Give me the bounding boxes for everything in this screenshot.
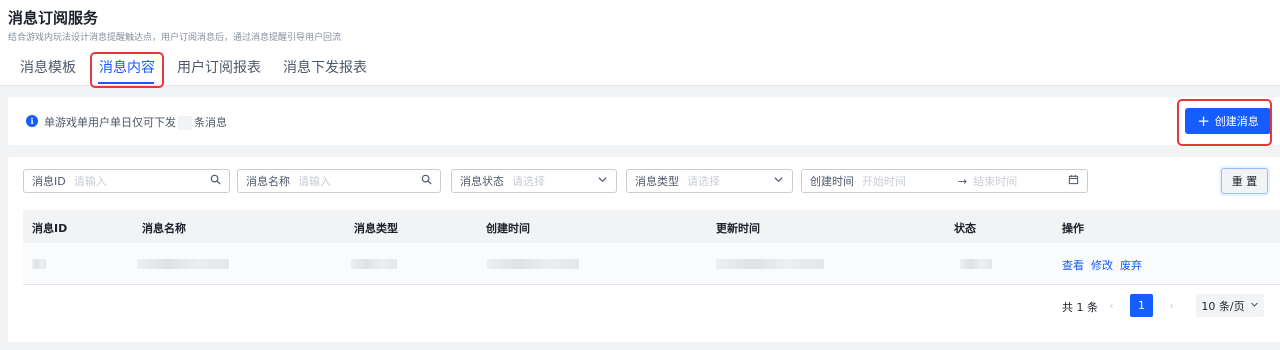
notice-text-before: 单游戏单用户单日仅可下发 (44, 116, 176, 129)
previous-page-icon[interactable]: ‹ (1100, 294, 1123, 317)
message-id-filter[interactable]: 消息ID 请输入 (23, 169, 230, 193)
filter-label: 创建时间 (810, 175, 854, 188)
column-header-created: 创建时间 (486, 222, 530, 235)
notice-text: 单游戏单用户单日仅可下发 条消息 (44, 114, 227, 130)
highlight-box-tab (90, 52, 164, 88)
view-link[interactable]: 查看 (1062, 257, 1084, 273)
reset-button[interactable]: 重 置 (1221, 168, 1268, 194)
notice-text-after: 条消息 (194, 116, 227, 129)
chevron-down-icon (773, 174, 784, 188)
chevron-down-icon (597, 174, 608, 188)
select-placeholder: 请选择 (687, 175, 720, 188)
notice-card: i 单游戏单用户单日仅可下发 条消息 + 创建消息 (8, 97, 1280, 145)
discard-link[interactable]: 废弃 (1120, 257, 1142, 273)
column-header-id: 消息ID (32, 222, 68, 235)
next-page-icon[interactable]: › (1160, 294, 1183, 317)
redacted-message-name (137, 259, 229, 269)
pagination-total: 共 1 条 (1062, 301, 1098, 314)
redacted-message-id (32, 259, 46, 269)
message-list-card: 消息ID 请输入 消息名称 请输入 消息状态 请选择 消息类型 请选择 创建时间… (8, 157, 1280, 342)
message-name-filter[interactable]: 消息名称 请输入 (237, 169, 441, 193)
notice-count-value (178, 116, 192, 130)
calendar-icon (1068, 174, 1079, 188)
column-header-status: 状态 (954, 222, 976, 235)
filter-label: 消息名称 (246, 175, 290, 188)
page-button-current[interactable]: 1 (1130, 294, 1153, 317)
column-header-type: 消息类型 (354, 222, 398, 235)
range-arrow-icon: → (958, 174, 968, 188)
page-size-label: 10 条/页 (1201, 299, 1245, 313)
search-icon (210, 174, 221, 188)
filter-label: 消息ID (32, 175, 66, 188)
tab-subscription-report[interactable]: 用户订阅报表 (177, 57, 261, 77)
page-size-select[interactable]: 10 条/页 (1196, 294, 1264, 317)
end-time-input[interactable]: 结束时间 (973, 173, 1068, 189)
message-status-select[interactable]: 消息状态 请选择 (451, 169, 617, 193)
chevron-down-icon (1250, 299, 1259, 312)
redacted-status (960, 259, 992, 269)
created-time-range-picker[interactable]: 创建时间 开始时间 → 结束时间 (801, 169, 1088, 193)
edit-link[interactable]: 修改 (1091, 257, 1113, 273)
start-time-input[interactable]: 开始时间 (862, 173, 952, 189)
filter-label: 消息状态 (460, 175, 504, 188)
tab-message-template[interactable]: 消息模板 (20, 57, 76, 77)
info-icon: i (26, 115, 38, 127)
column-header-actions: 操作 (1062, 222, 1084, 235)
redacted-created-time (487, 259, 579, 269)
page-subtitle: 结合游戏内玩法设计消息提醒触达点，用户订阅消息后，通过消息提醒引导用户回流 (8, 33, 342, 43)
table-header: 消息ID 消息名称 消息类型 创建时间 更新时间 状态 操作 (23, 210, 1280, 243)
column-header-name: 消息名称 (142, 222, 186, 235)
message-type-select[interactable]: 消息类型 请选择 (626, 169, 793, 193)
message-name-input[interactable]: 请输入 (298, 173, 421, 189)
tab-delivery-report[interactable]: 消息下发报表 (283, 57, 367, 77)
redacted-message-type (351, 259, 397, 269)
page-header: 消息订阅服务 结合游戏内玩法设计消息提醒触达点，用户订阅消息后，通过消息提醒引导… (0, 0, 1280, 88)
message-id-input[interactable]: 请输入 (74, 173, 210, 189)
column-header-updated: 更新时间 (716, 222, 760, 235)
page-title: 消息订阅服务 (8, 9, 99, 27)
redacted-updated-time (716, 259, 824, 269)
highlight-box-create (1177, 99, 1272, 146)
search-icon (421, 174, 432, 188)
filter-label: 消息类型 (635, 175, 679, 188)
table-row: 查看 修改 废弃 (23, 243, 1280, 285)
select-placeholder: 请选择 (512, 175, 545, 188)
